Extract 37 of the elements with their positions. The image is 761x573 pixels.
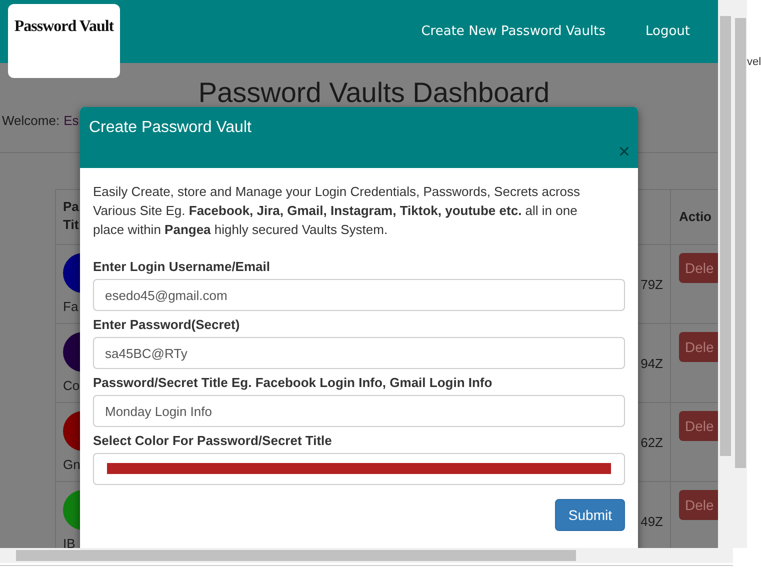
modal-title: Create Password Vault xyxy=(89,119,252,137)
timestamp-text: 49Z xyxy=(640,514,663,529)
horizontal-scrollbar[interactable] xyxy=(0,548,733,563)
submit-button[interactable]: Submit xyxy=(555,499,625,531)
text-field[interactable]: sa45BC@RTy xyxy=(93,337,625,369)
field-label: Enter Login Username/Email xyxy=(93,259,271,274)
delete-button[interactable]: Dele xyxy=(679,411,718,441)
vertical-scrollbar[interactable] xyxy=(733,0,747,548)
column-header: Pa xyxy=(63,198,79,216)
field-label: Enter Password(Secret) xyxy=(93,317,241,332)
delete-button[interactable]: Dele xyxy=(679,332,718,362)
delete-button[interactable]: Dele xyxy=(679,253,718,283)
vault-title: IB xyxy=(63,536,76,548)
welcome-label: Welcome: xyxy=(2,113,60,128)
vault-title: Co xyxy=(63,378,80,393)
logo[interactable]: Password Vault xyxy=(8,4,120,78)
vault-title: Gn xyxy=(63,457,80,472)
field-label: Password/Secret Title Eg. Facebook Login Info, Gmail Login Info xyxy=(93,375,494,390)
vertical-scrollbar[interactable] xyxy=(718,0,733,548)
column-header: Actio xyxy=(679,208,712,226)
page-heading: Password Vaults Dashboard xyxy=(197,77,551,109)
timestamp-text: 62Z xyxy=(640,435,663,450)
color-picker-field[interactable] xyxy=(93,453,625,485)
text-field[interactable]: Monday Login Info xyxy=(93,395,625,427)
timestamp-text: 94Z xyxy=(640,356,663,371)
nav-link[interactable]: Create New Password Vaults xyxy=(421,24,606,39)
close-button[interactable]: × xyxy=(618,142,630,162)
field-label: Select Color For Password/Secret Title xyxy=(93,433,333,448)
vault-title: Fa xyxy=(63,299,78,314)
column-header: Tit xyxy=(63,216,79,234)
timestamp-text: 79Z xyxy=(640,277,663,292)
user-name: Es xyxy=(64,113,79,128)
side-text: vel xyxy=(747,56,761,70)
delete-button[interactable]: Dele xyxy=(679,490,718,520)
intro-paragraph: Easily Create, store and Manage your Login Credentials, Passwords, Secrets across Various Site Eg. Facebook, Jira, Gmail, Instagram, Tiktok, youtube etc. all in one place within Pangea highly secured Vaults System. xyxy=(93,183,582,239)
text-field[interactable]: esedo45@gmail.com xyxy=(93,279,625,311)
nav-link[interactable]: Logout xyxy=(645,24,690,39)
